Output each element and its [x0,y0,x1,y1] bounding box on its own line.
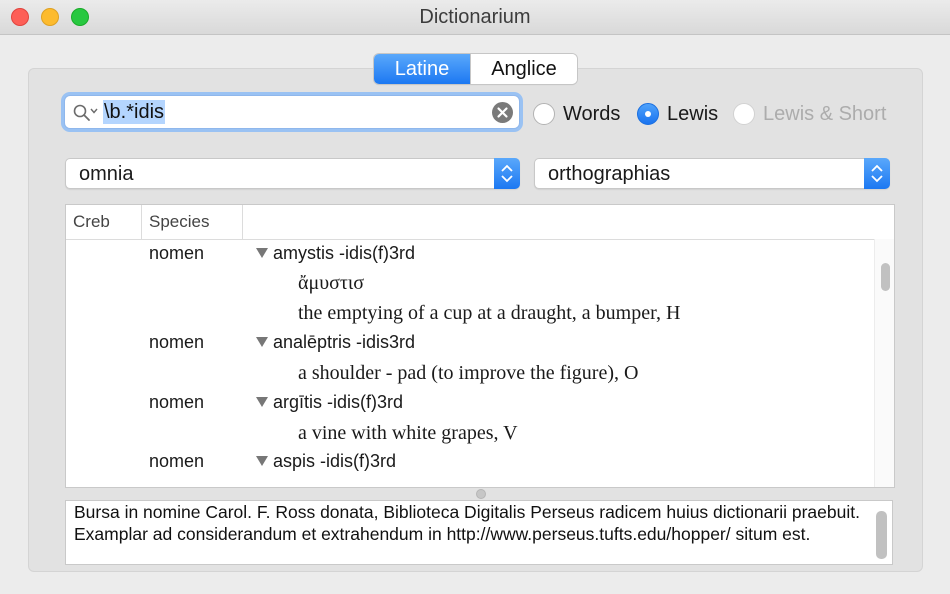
filter-popup-left[interactable]: omnia [65,158,520,189]
table-row[interactable]: analēptris -idis3rd [256,332,415,353]
disclosure-triangle-icon[interactable] [256,337,268,347]
disclosure-triangle-icon[interactable] [256,248,268,258]
entry-definition: a shoulder - pad (to improve the figure)… [298,362,639,384]
radio-lewis-short: Lewis & Short [733,101,886,127]
close-icon [497,107,508,118]
radio-words[interactable]: Words [533,101,620,127]
column-header-species[interactable]: Species [142,205,243,239]
popup-stepper-icon[interactable] [864,158,890,189]
entry-definition: the emptying of a cup at a draught, a bu… [298,302,681,324]
chevron-down-icon [90,108,98,114]
search-icon[interactable] [73,104,91,122]
entry-headword: argītis -idis(f)3rd [273,392,404,412]
radio-lewis[interactable]: Lewis [637,101,718,127]
popup-stepper-icon[interactable] [494,158,520,189]
radio-button-icon[interactable] [637,103,659,125]
table-header: Creb Species [66,205,894,240]
filter-left-value: omnia [79,163,134,185]
language-segmented-control: Latine Anglice [374,54,577,84]
entry-definition: a vine with white grapes, V [298,422,518,444]
entry-headword: aspis -idis(f)3rd [273,451,397,471]
entry-headword: analēptris -idis3rd [273,332,416,352]
search-field[interactable]: \b.*idis [64,95,520,129]
row-species: nomen [149,392,205,412]
clear-search-icon[interactable] [492,102,513,123]
source-note-box: Bursa in nomine Carol. F. Ross donata, B… [65,500,893,565]
row-species: nomen [149,451,205,471]
radio-button-icon [733,103,755,125]
disclosure-triangle-icon[interactable] [256,397,268,407]
up-down-chevron-icon [871,164,883,183]
table-row[interactable]: amystis -idis(f)3rd [256,243,415,264]
table-row[interactable]: aspis -idis(f)3rd [256,451,396,472]
radio-lewis-short-label: Lewis & Short [763,102,887,125]
table-row[interactable]: argītis -idis(f)3rd [256,392,403,413]
tab-anglice[interactable]: Anglice [470,54,577,84]
up-down-chevron-icon [501,164,513,183]
table-scrollbar[interactable] [874,239,894,487]
source-note-text: Bursa in nomine Carol. F. Ross donata, B… [74,502,860,544]
row-species: nomen [149,243,205,263]
title-bar: Dictionarium [0,0,950,35]
column-header-creb[interactable]: Creb [66,205,142,239]
filter-right-value: orthographias [548,163,671,185]
entry-headword: amystis -idis(f)3rd [273,243,416,263]
window-title: Dictionarium [419,6,531,28]
results-table[interactable]: Creb Species nomen amystis -idis(f)3rd ἄ… [65,204,895,488]
row-species: nomen [149,332,205,352]
split-view-handle[interactable] [476,489,486,499]
note-scrollbar-thumb[interactable] [876,511,887,559]
disclosure-triangle-icon[interactable] [256,456,268,466]
search-input[interactable]: \b.*idis [103,100,166,124]
entry-greek: ἄμυστισ [298,272,365,294]
radio-button-icon[interactable] [533,103,555,125]
tab-latine[interactable]: Latine [374,54,470,84]
filter-popup-right[interactable]: orthographias [534,158,890,189]
radio-words-label: Words [563,102,621,125]
radio-lewis-label: Lewis [667,102,719,125]
scrollbar-thumb[interactable] [881,263,890,291]
